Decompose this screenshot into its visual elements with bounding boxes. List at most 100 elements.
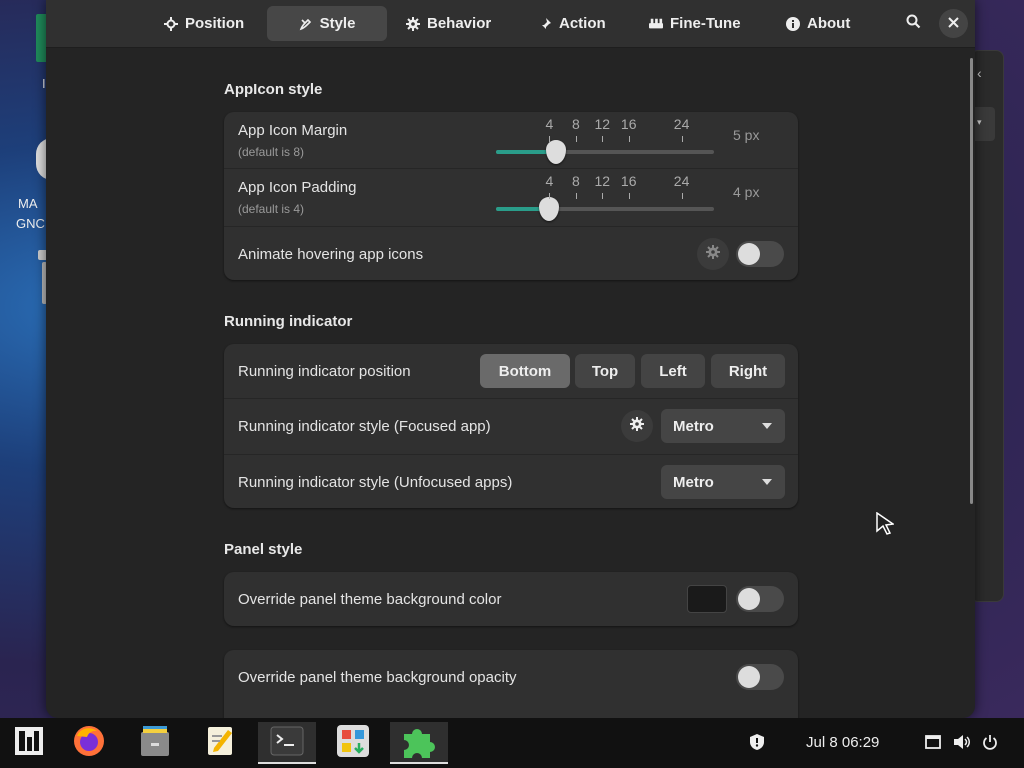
slider-tick-label: 16 [620, 173, 637, 189]
slider-tick [681, 136, 683, 142]
search-button[interactable] [899, 9, 928, 38]
scrollbar[interactable] [970, 58, 973, 504]
app-icon-padding-slider[interactable]: 4 8 12 16 24 [496, 173, 714, 221]
focused-style-settings-button[interactable] [621, 410, 653, 442]
panel-opacity-switch[interactable] [736, 664, 784, 690]
slider-tick-label: 12 [594, 116, 611, 132]
app-icon-padding-value: 4 px [733, 184, 760, 200]
app-icon-padding-row: App Icon Padding (default is 4) 4 8 12 16 24… [224, 169, 798, 227]
volume-icon[interactable] [953, 732, 971, 752]
screen-icon[interactable] [924, 732, 942, 752]
tab-about[interactable]: About [774, 6, 862, 41]
clock[interactable]: Jul 8 06:29 [806, 718, 879, 768]
firefox-icon [72, 724, 106, 763]
position-bottom-button[interactable]: Bottom [480, 354, 570, 388]
slider-handle[interactable] [539, 197, 560, 221]
focused-style-dropdown[interactable]: Metro [661, 409, 785, 443]
search-icon [906, 14, 921, 34]
row-title: Running indicator position [238, 363, 411, 380]
row-subtitle: (default is 8) [238, 145, 305, 159]
brush-icon [299, 17, 313, 31]
shield-icon[interactable] [748, 732, 766, 752]
power-icon[interactable] [981, 732, 999, 752]
terminal-icon [270, 726, 304, 761]
tab-action[interactable]: Action [526, 6, 618, 41]
text-editor-button[interactable] [192, 722, 250, 764]
software-center-icon [336, 724, 370, 763]
firefox-button[interactable] [60, 722, 118, 764]
settings-window: Position Style Behavior Action Fine-Tune [46, 0, 975, 718]
row-title: App Icon Padding [238, 179, 357, 196]
row-title: Override panel theme background opacity [238, 669, 517, 686]
animate-hover-row: Animate hovering app icons [224, 227, 798, 280]
chevron-down-icon [762, 479, 772, 485]
running-indicator [390, 762, 448, 764]
tab-behavior[interactable]: Behavior [394, 6, 503, 41]
panel-bgcolor-switch[interactable] [736, 586, 784, 612]
tab-label: Behavior [427, 15, 492, 32]
tab-label: Style [319, 15, 356, 32]
position-left-button[interactable]: Left [641, 354, 705, 388]
slider-handle[interactable] [546, 140, 567, 164]
slider-tick [549, 136, 551, 142]
header-bar: Position Style Behavior Action Fine-Tune [46, 0, 975, 48]
app-icon-margin-row: App Icon Margin (default is 8) 4 8 12 16 24 … [224, 112, 798, 169]
dropdown-value: Metro [673, 417, 714, 435]
crosshair-icon [164, 16, 178, 31]
appicon-group: App Icon Margin (default is 8) 4 8 12 16 24 … [224, 112, 798, 280]
row-title: Running indicator style (Unfocused apps) [238, 474, 513, 491]
color-picker-button[interactable] [687, 585, 727, 613]
tab-position[interactable]: Position [152, 6, 256, 41]
gear-icon [406, 16, 420, 31]
software-center-button[interactable] [324, 722, 382, 764]
tab-fine-tune[interactable]: Fine-Tune [637, 6, 753, 41]
unfocused-style-dropdown[interactable]: Metro [661, 465, 785, 499]
chevron-down-icon: ▾ [977, 117, 982, 127]
unfocused-style-row: Running indicator style (Unfocused apps)… [224, 455, 798, 508]
pin-icon [538, 17, 552, 31]
files-icon [138, 724, 172, 763]
slider-tick [602, 136, 604, 142]
tab-label: Position [185, 15, 245, 32]
desktop-icon-label-1: MA [18, 196, 38, 211]
switch-knob [738, 588, 760, 610]
files-button[interactable] [126, 722, 184, 764]
slider-tick [628, 193, 630, 199]
section-title-appicon: AppIcon style [224, 81, 323, 98]
desktop-icon-label-2: GNC [16, 216, 45, 231]
slider-tick-label: 4 [545, 116, 554, 132]
terminal-button[interactable] [258, 722, 316, 764]
panel-opacity-group: Override panel theme background opacity [224, 650, 798, 718]
app-icon-margin-value: 5 px [733, 127, 760, 143]
mouse-cursor-icon [876, 511, 896, 541]
chevron-down-icon [762, 423, 772, 429]
slider-tick-label: 12 [594, 173, 611, 189]
animate-hover-switch[interactable] [736, 241, 784, 267]
slider-tick [575, 136, 577, 142]
slider-tick-label: 8 [571, 173, 580, 189]
close-button[interactable] [939, 9, 968, 38]
slider-tick [575, 193, 577, 199]
switch-knob [738, 243, 760, 265]
slider-tick [628, 136, 630, 142]
panel-bgcolor-row: Override panel theme background color [224, 572, 798, 626]
position-top-button[interactable]: Top [575, 354, 635, 388]
running-indicator [258, 762, 316, 764]
tab-style[interactable]: Style [267, 6, 387, 41]
section-title-panel: Panel style [224, 541, 303, 558]
position-right-button[interactable]: Right [711, 354, 785, 388]
panel-opacity-row: Override panel theme background opacity [224, 650, 798, 704]
row-title: Running indicator style (Focused app) [238, 418, 491, 435]
app-icon-margin-slider[interactable]: 4 8 12 16 24 [496, 116, 714, 164]
background-window[interactable]: ‹ ▾ [970, 50, 1004, 602]
gear-icon [630, 416, 644, 436]
focused-style-row: Running indicator style (Focused app) Me… [224, 399, 798, 455]
app-grid-button[interactable] [0, 722, 58, 764]
row-subtitle: (default is 4) [238, 202, 305, 216]
animate-settings-button[interactable] [697, 238, 729, 270]
extensions-button[interactable] [390, 722, 448, 764]
close-icon [948, 15, 959, 33]
row-title: Override panel theme background color [238, 591, 502, 608]
slider-tick-label: 24 [673, 116, 690, 132]
tab-label: About [807, 15, 851, 32]
